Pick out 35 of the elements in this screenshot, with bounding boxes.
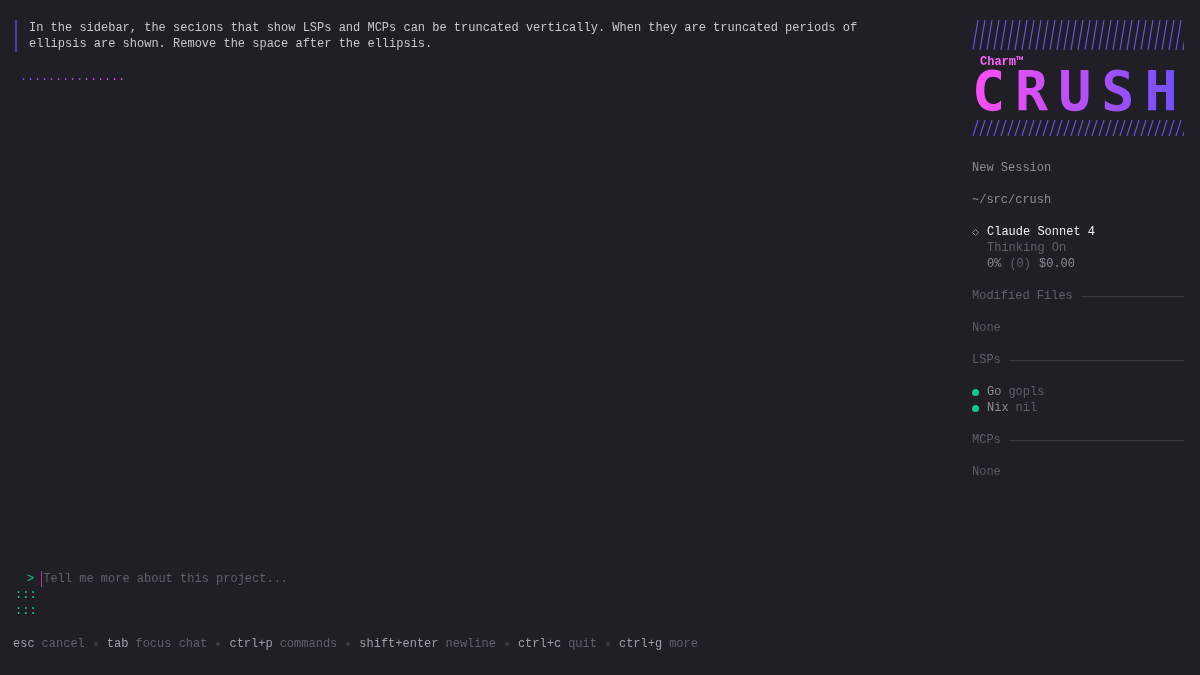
section-title: LSPs	[972, 352, 1001, 368]
shortcut-key: ctrl+g	[618, 636, 663, 652]
lsp-name: Go	[987, 384, 1002, 400]
cost: $0.00	[1039, 256, 1076, 272]
section-title: MCPs	[972, 432, 1001, 448]
shortcut-key: ctrl+p	[229, 636, 273, 652]
model-name: Claude Sonnet 4	[987, 224, 1096, 240]
shortcut-key: tab	[106, 636, 129, 652]
shortcut-key: ctrl+c	[517, 636, 562, 652]
shortcut-description: more	[669, 636, 698, 652]
shortcut-description: quit	[568, 636, 597, 652]
context-percent: 0%	[987, 256, 1002, 272]
logo-brand: Charm™	[980, 56, 1025, 68]
shortcut-key: shift+enter	[359, 636, 439, 652]
user-message: In the sidebar, the secions that show LSPs and MCPs can be truncated vertically. When they are truncated periods of ellipsis are shown. Remove the space after the ellipsis.	[15, 20, 895, 52]
shortcut-description: newline	[445, 636, 496, 652]
working-directory: ~/src/crush	[972, 192, 1053, 208]
prompt-input[interactable]: Tell me more about this project...	[41, 571, 442, 587]
shortcut-key: esc	[13, 636, 35, 652]
session-title: New Session	[972, 160, 1053, 176]
diamond-icon	[972, 228, 979, 236]
empty-label: None	[972, 320, 1002, 336]
shortcut-description: focus chat	[135, 636, 208, 652]
lsp-detail: gopls	[1008, 384, 1045, 400]
continuation-marker: :::	[14, 587, 37, 603]
shortcut-description: commands	[279, 636, 338, 652]
lsp-detail: nil	[1015, 400, 1038, 416]
lsp-name: Nix	[987, 400, 1009, 416]
thinking-status: Thinking On	[987, 240, 1068, 256]
prompt-marker: >	[27, 571, 35, 587]
section-title: Modified Files	[972, 288, 1073, 304]
empty-label: None	[972, 464, 1002, 480]
continuation-marker: :::	[14, 603, 37, 619]
shortcut-description: cancel	[41, 636, 85, 652]
token-count: (0)	[1009, 256, 1031, 272]
